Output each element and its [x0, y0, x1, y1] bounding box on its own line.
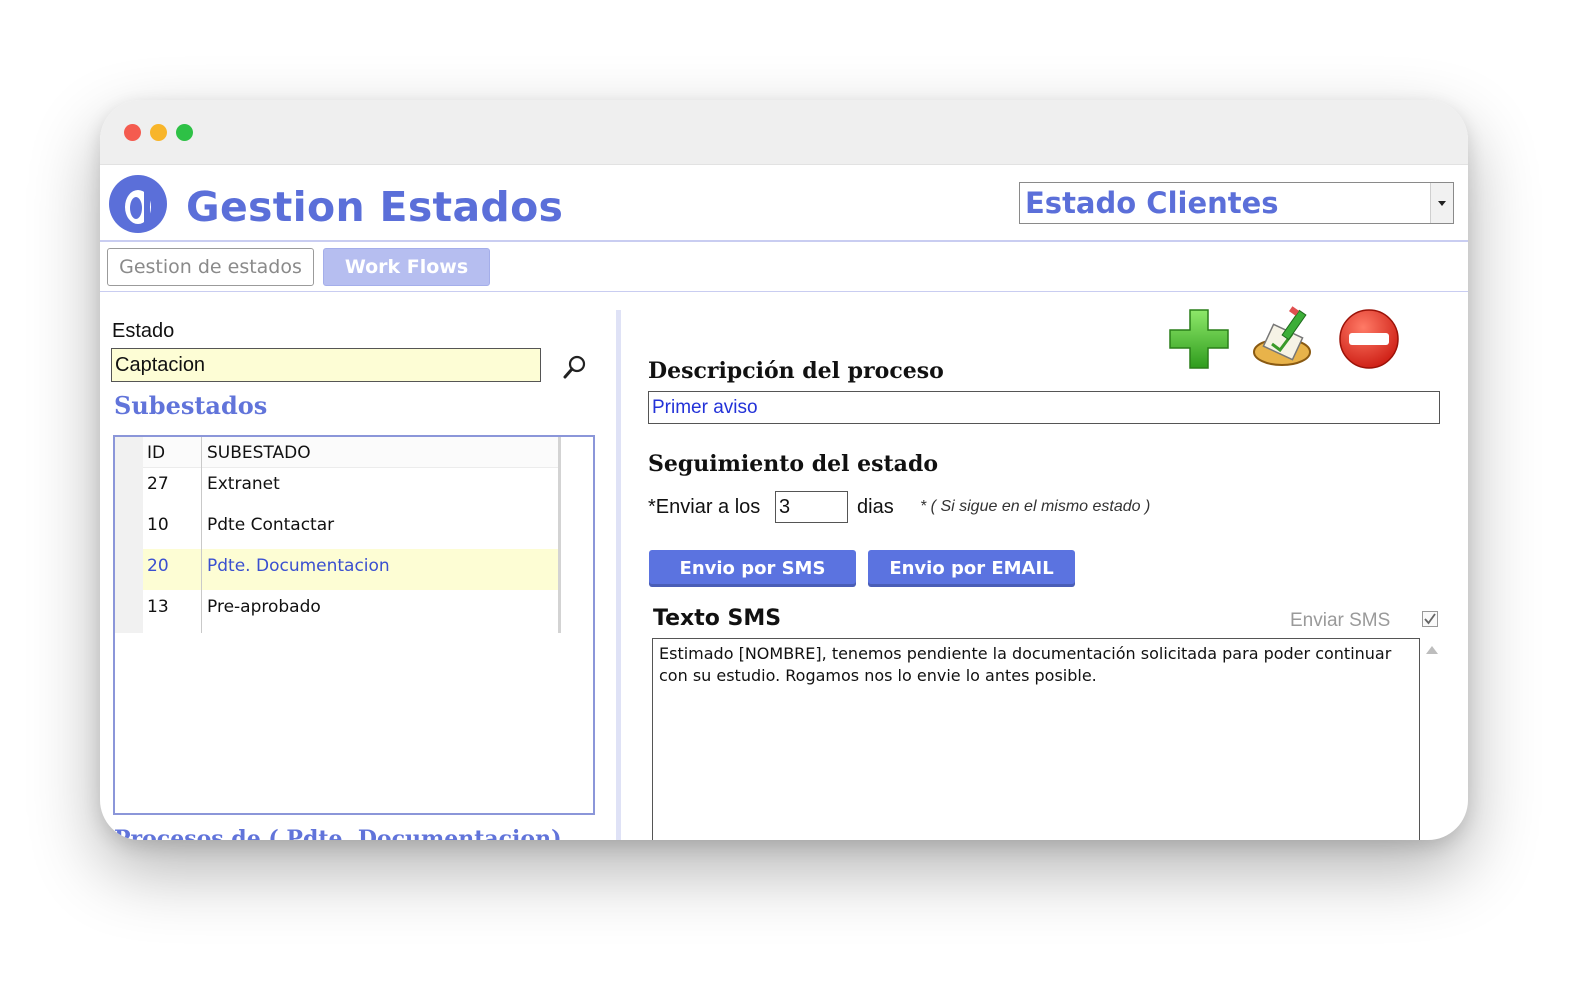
- edit-icon[interactable]: [1250, 306, 1316, 372]
- dias-input[interactable]: 3: [775, 491, 848, 523]
- table-header: ID SUBESTADO: [143, 437, 558, 468]
- row-id: 10: [147, 515, 169, 535]
- delete-icon[interactable]: [1336, 306, 1402, 372]
- chevron-down-icon[interactable]: [1430, 183, 1453, 223]
- row-subestado: Pdte. Documentacion: [207, 556, 390, 576]
- table-row[interactable]: 13 Pre-aprobado: [143, 590, 558, 631]
- page-title: Gestion Estados: [186, 183, 564, 231]
- row-subestado: Pdte Contactar: [207, 515, 335, 535]
- seguimiento-note: * ( Si sigue en el mismo estado ): [920, 498, 1151, 515]
- maximize-window-button[interactable]: [176, 124, 193, 141]
- estado-label: Estado: [112, 320, 175, 342]
- close-window-button[interactable]: [124, 124, 141, 141]
- app-logo-icon: [109, 175, 167, 233]
- row-id: 27: [147, 474, 169, 494]
- tab-gestion-de-estados[interactable]: Gestion de estados: [107, 248, 314, 286]
- tab-work-flows[interactable]: Work Flows: [323, 248, 490, 286]
- enviar-sms-checkbox[interactable]: [1422, 611, 1438, 627]
- envio-sms-button[interactable]: Envio por SMS: [649, 550, 856, 587]
- row-subestado: Extranet: [207, 474, 280, 494]
- dias-label: dias: [857, 496, 894, 518]
- texto-sms-label: Texto SMS: [653, 606, 782, 631]
- table-row[interactable]: 27 Extranet: [143, 467, 558, 508]
- seguimiento-label: Seguimiento del estado: [648, 451, 938, 477]
- estado-type-value: Estado Clientes: [1025, 186, 1279, 220]
- enviar-sms-label: Enviar SMS: [1290, 610, 1391, 631]
- subestados-title: Subestados: [114, 391, 268, 420]
- estado-input[interactable]: Captacion: [111, 348, 541, 382]
- add-icon[interactable]: [1166, 306, 1232, 372]
- subestados-table: ID SUBESTADO 27 Extranet 10 Pdte Contact…: [113, 435, 595, 815]
- row-subestado: Pre-aprobado: [207, 597, 321, 617]
- title-bar: [100, 100, 1468, 165]
- enviar-a-los-label: *Enviar a los: [648, 496, 761, 518]
- scroll-up-arrow-icon[interactable]: [1426, 646, 1438, 654]
- check-icon: [1424, 613, 1436, 625]
- procesos-title: Procesos de ( Pdte. Documentacion): [114, 826, 562, 840]
- header-divider: [100, 240, 1468, 242]
- column-separator[interactable]: [201, 437, 202, 633]
- row-id: 13: [147, 597, 169, 617]
- app-window: Gestion Estados Estado Clientes Gestion …: [100, 100, 1468, 840]
- descripcion-label: Descripción del proceso: [648, 358, 944, 384]
- row-selector-gutter: [115, 437, 143, 633]
- row-id: 20: [147, 556, 169, 576]
- column-header-subestado[interactable]: SUBESTADO: [207, 443, 311, 463]
- estado-type-select[interactable]: Estado Clientes: [1019, 182, 1454, 224]
- tabs-divider: [100, 291, 1468, 292]
- panel-splitter[interactable]: [616, 310, 621, 840]
- table-row-selected[interactable]: 20 Pdte. Documentacion: [143, 549, 558, 590]
- descripcion-input[interactable]: Primer aviso: [648, 391, 1440, 424]
- search-icon[interactable]: [562, 354, 588, 380]
- table-row[interactable]: 10 Pdte Contactar: [143, 508, 558, 549]
- table-right-border: [558, 437, 561, 633]
- column-header-id[interactable]: ID: [147, 443, 165, 463]
- minimize-window-button[interactable]: [150, 124, 167, 141]
- envio-email-button[interactable]: Envio por EMAIL: [868, 550, 1075, 587]
- sms-textarea[interactable]: Estimado [NOMBRE], tenemos pendiente la …: [652, 638, 1420, 840]
